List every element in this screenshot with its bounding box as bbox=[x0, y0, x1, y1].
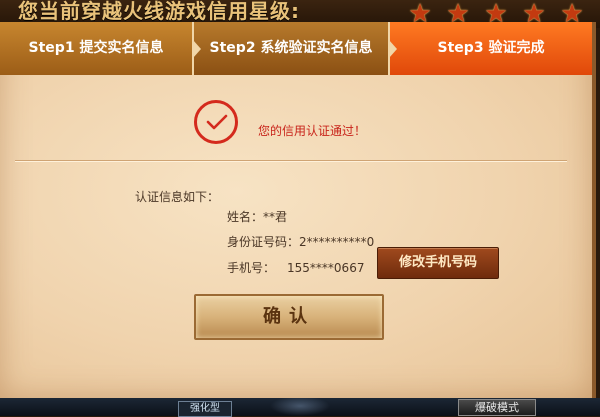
id-label: 身份证号码： bbox=[227, 235, 300, 249]
verification-panel: Step1 提交实名信息 Step2 系统验证实名信息 Step3 验证完成 您… bbox=[0, 22, 596, 398]
phone-label: 手机号： bbox=[227, 261, 276, 275]
info-heading: 认证信息如下： bbox=[135, 190, 220, 204]
success-message: 您的信用认证通过！ bbox=[258, 124, 367, 138]
enhance-type-button[interactable]: 强化型 bbox=[178, 401, 232, 417]
id-row: 身份证号码：2**********0 bbox=[227, 233, 374, 250]
credit-rating-title: 您当前穿越火线游戏信用星级: bbox=[18, 0, 300, 23]
step-2: Step2 系统验证实名信息 bbox=[194, 22, 397, 75]
confirm-button[interactable]: 确认 bbox=[194, 294, 384, 340]
mode-select-button[interactable]: 爆破模式 bbox=[458, 399, 536, 416]
change-phone-button[interactable]: 修改手机号码 bbox=[377, 247, 499, 279]
success-check-icon bbox=[194, 100, 238, 144]
step-progress-bar: Step1 提交实名信息 Step2 系统验证实名信息 Step3 验证完成 bbox=[0, 22, 592, 75]
phone-value: 155****0667 bbox=[287, 261, 365, 275]
name-row: 姓名：**君 bbox=[227, 208, 287, 225]
step-3-active: Step3 验证完成 bbox=[390, 22, 592, 75]
id-value: 2**********0 bbox=[299, 235, 375, 249]
name-label: 姓名： bbox=[227, 210, 264, 224]
phone-row: 手机号： 155****0667 bbox=[227, 259, 364, 276]
step-1: Step1 提交实名信息 bbox=[0, 22, 201, 75]
divider bbox=[15, 160, 567, 161]
name-value: **君 bbox=[263, 210, 288, 224]
lightning-decoration bbox=[270, 396, 330, 416]
